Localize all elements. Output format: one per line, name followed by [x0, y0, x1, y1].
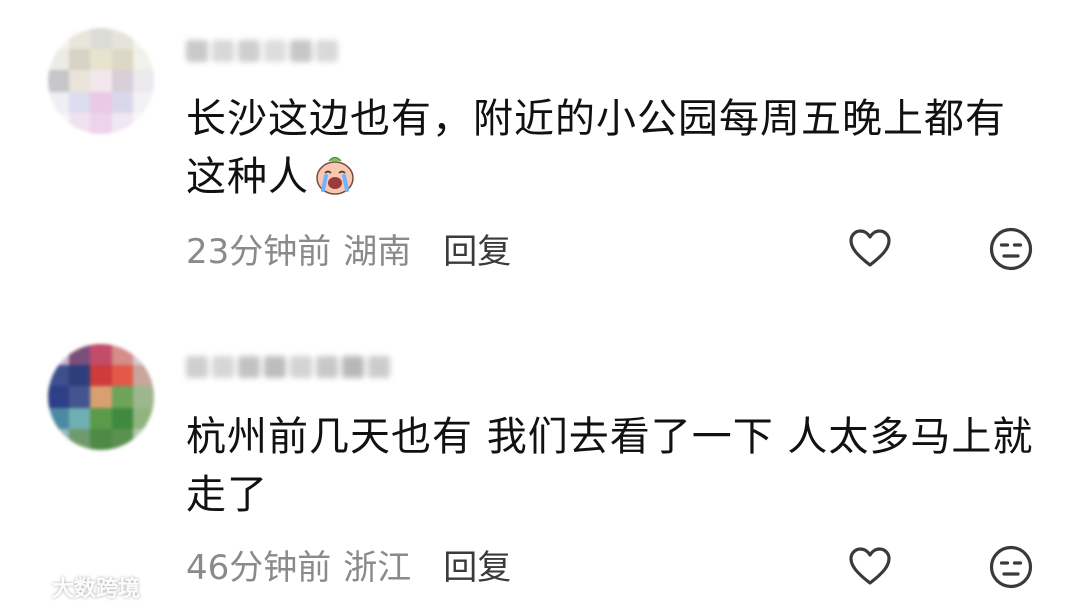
comment-text: 长沙这边也有，附近的小公园每周五晚上都有这种人	[186, 90, 1046, 206]
comment-text-content: 长沙这边也有，附近的小公园每周五晚上都有这种人	[186, 96, 1006, 200]
comment-time: 23分钟前	[186, 231, 332, 272]
reply-button[interactable]: 回复	[443, 224, 511, 273]
comment-time: 46分钟前	[186, 547, 332, 588]
watermark-logo-icon	[6, 569, 46, 605]
comment-region: 浙江	[343, 547, 412, 588]
comment-item: 杭州前几天也有 我们去看了一下 人太多马上就走了 46分钟前 浙江 回复	[0, 300, 1080, 608]
comment-text-content: 杭州前几天也有 我们去看了一下 人太多马上就走了	[186, 414, 1034, 518]
comment-meta: 23分钟前 湖南 回复	[186, 224, 511, 273]
dislike-face-icon[interactable]	[988, 226, 1034, 272]
like-heart-icon[interactable]	[847, 544, 893, 590]
reply-button[interactable]: 回复	[443, 540, 511, 589]
username-blurred[interactable]	[186, 40, 338, 70]
watermark: 大数跨境	[6, 570, 140, 604]
comment-item: 长沙这边也有，附近的小公园每周五晚上都有这种人 23分钟前 湖南 回复	[0, 0, 1080, 300]
avatar[interactable]	[48, 28, 154, 134]
like-heart-icon[interactable]	[847, 226, 893, 272]
comment-text: 杭州前几天也有 我们去看了一下 人太多马上就走了	[186, 408, 1046, 524]
comment-region: 湖南	[343, 231, 412, 272]
crying-emoji-icon	[313, 152, 357, 196]
dislike-face-icon[interactable]	[988, 544, 1034, 590]
watermark-text: 大数跨境	[52, 577, 141, 602]
username-blurred[interactable]	[186, 356, 390, 386]
comment-meta: 46分钟前 浙江 回复	[186, 540, 511, 589]
avatar[interactable]	[48, 344, 154, 450]
